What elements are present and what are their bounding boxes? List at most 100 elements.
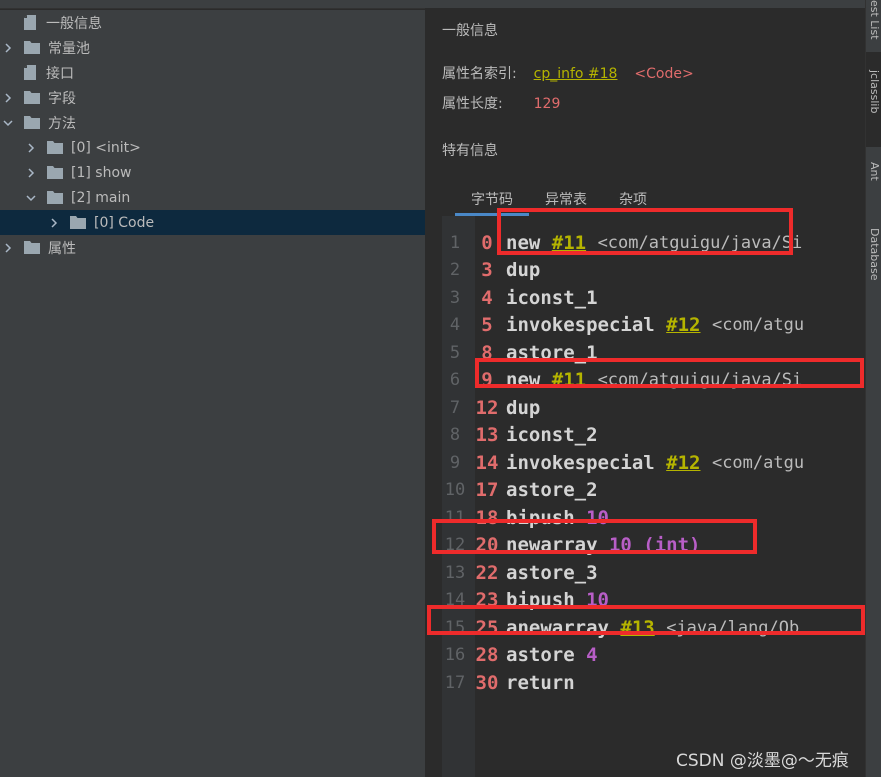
- bytecode-offset: 12: [475, 396, 499, 419]
- line-number: 4: [449, 315, 461, 336]
- tree-item[interactable]: 方法: [0, 110, 425, 135]
- bytecode-offset: 13: [475, 424, 499, 447]
- constant-pool-ref[interactable]: #12: [666, 452, 700, 474]
- attr-name-tag: <Code>: [634, 66, 694, 82]
- cp-info-link[interactable]: cp_info #18: [534, 66, 618, 82]
- tree-item[interactable]: 接口: [0, 60, 425, 85]
- bytecode-line[interactable]: 10 17 astore_2: [442, 477, 857, 505]
- tree-item-label: 方法: [48, 115, 76, 132]
- tree-item-label: 接口: [46, 65, 74, 82]
- chevron-right-icon[interactable]: [2, 42, 14, 54]
- highlight-box-newarray: [432, 519, 757, 554]
- folder-icon: [47, 191, 63, 204]
- folder-icon: [24, 116, 40, 129]
- tree-item-label: [2] main: [71, 189, 131, 206]
- line-number: 2: [449, 260, 461, 281]
- structure-tree[interactable]: 一般信息常量池接口字段方法 [0] <init> [1] show [2] main […: [0, 10, 425, 777]
- tree-item-label: 常量池: [48, 40, 90, 57]
- tree-item-label: [1] show: [71, 164, 132, 181]
- bytecode-offset: 17: [475, 479, 499, 502]
- bytecode-line[interactable]: 8 13 iconst_2: [442, 422, 857, 450]
- highlight-box-anewarray: [427, 605, 865, 635]
- class-reference: <com/atgu: [711, 452, 805, 473]
- opcode: iconst_1: [506, 286, 598, 309]
- watermark: CSDN @淡墨@～无痕: [676, 751, 849, 771]
- tree-item[interactable]: 属性: [0, 235, 425, 260]
- bytecode-view[interactable]: 1 0 new #11 <com/atguigu/java/Si 2 3 dup 3 4 ico…: [442, 216, 857, 777]
- bytecode-line[interactable]: 7 12 dup: [442, 394, 857, 422]
- opcode: astore_3: [506, 561, 598, 584]
- tool-ant[interactable]: Ant: [868, 162, 881, 181]
- opcode: astore_2: [506, 479, 598, 502]
- tree-item[interactable]: [0] Code: [0, 210, 425, 235]
- chevron-right-icon[interactable]: [2, 242, 14, 254]
- bytecode-line[interactable]: 16 28 astore 4: [442, 642, 857, 670]
- bytecode-line[interactable]: 17 30 return: [442, 669, 857, 697]
- chevron-down-icon[interactable]: [2, 117, 14, 129]
- chevron-right-icon[interactable]: [25, 167, 37, 179]
- immediate-operand: 4: [586, 644, 598, 667]
- opcode: astore: [506, 644, 575, 667]
- line-number: 13: [444, 562, 466, 583]
- tree-item-label: [0] Code: [94, 214, 155, 231]
- folder-icon: [47, 166, 63, 179]
- tree-item[interactable]: [1] show: [0, 160, 425, 185]
- folder-icon: [47, 141, 63, 154]
- bytecode-line[interactable]: 2 3 dup: [442, 257, 857, 285]
- attr-name-index-row: 属性名索引: cp_info #18 <Code>: [442, 63, 694, 83]
- chevron-right-icon[interactable]: [2, 92, 14, 104]
- chevron-down-icon[interactable]: [25, 192, 37, 204]
- bytecode-offset: 30: [475, 671, 499, 694]
- line-number: 7: [449, 397, 461, 418]
- opcode: iconst_2: [506, 424, 598, 447]
- line-number: 10: [444, 480, 466, 501]
- line-number: 3: [449, 287, 461, 308]
- bytecode-line[interactable]: 4 5 invokespecial #12 <com/atgu: [442, 312, 857, 340]
- opcode: invokespecial: [506, 314, 655, 337]
- highlight-box-new-1: [497, 208, 793, 255]
- tree-item-label: 字段: [48, 90, 76, 107]
- constant-pool-ref[interactable]: #12: [666, 314, 700, 336]
- line-number: 6: [449, 370, 461, 391]
- line-number: 8: [449, 425, 461, 446]
- opcode: dup: [506, 396, 541, 419]
- chevron-right-icon[interactable]: [25, 142, 37, 154]
- bytecode-offset: 28: [475, 644, 499, 667]
- highlight-box-new-2: [475, 358, 864, 388]
- folder-icon: [70, 216, 86, 229]
- bytecode-line[interactable]: 9 14 invokespecial #12 <com/atgu: [442, 449, 857, 477]
- opcode: invokespecial: [506, 451, 655, 474]
- opcode: dup: [506, 259, 541, 282]
- tree-item[interactable]: [0] <init>: [0, 135, 425, 160]
- tool-window-strip: est List jclasslib Ant Database: [865, 0, 881, 777]
- bytecode-offset: 14: [475, 451, 499, 474]
- line-number: 1: [449, 232, 461, 253]
- attr-length-label: 属性长度:: [442, 96, 503, 112]
- file-icon: [24, 15, 36, 30]
- bytecode-line[interactable]: 3 4 iconst_1: [442, 284, 857, 312]
- attribute-panel: 一般信息 属性名索引: cp_info #18 <Code> 属性长度: 129…: [425, 8, 865, 777]
- tree-item[interactable]: 常量池: [0, 35, 425, 60]
- folder-icon: [24, 91, 40, 104]
- bytecode-offset: 22: [475, 561, 499, 584]
- tree-item[interactable]: 字段: [0, 85, 425, 110]
- general-info-title: 一般信息: [442, 23, 498, 39]
- class-reference: <com/atgu: [711, 315, 805, 336]
- chevron-right-icon[interactable]: [48, 217, 60, 229]
- attr-length-row: 属性长度: 129: [442, 93, 560, 113]
- tree-item-label: [0] <init>: [71, 139, 141, 156]
- bytecode-line[interactable]: 13 22 astore_3: [442, 559, 857, 587]
- file-icon: [24, 65, 36, 80]
- tool-jclasslib[interactable]: jclasslib: [868, 70, 881, 113]
- tool-database[interactable]: Database: [868, 228, 881, 281]
- tool-test-list[interactable]: est List: [868, 0, 881, 40]
- bytecode-offset: 5: [481, 314, 493, 337]
- tree-item[interactable]: 一般信息: [0, 10, 425, 35]
- attr-name-index-label: 属性名索引:: [442, 66, 517, 82]
- folder-icon: [24, 41, 40, 54]
- line-number: 9: [449, 452, 461, 473]
- tree-item-label: 属性: [48, 240, 76, 257]
- tree-item[interactable]: [2] main: [0, 185, 425, 210]
